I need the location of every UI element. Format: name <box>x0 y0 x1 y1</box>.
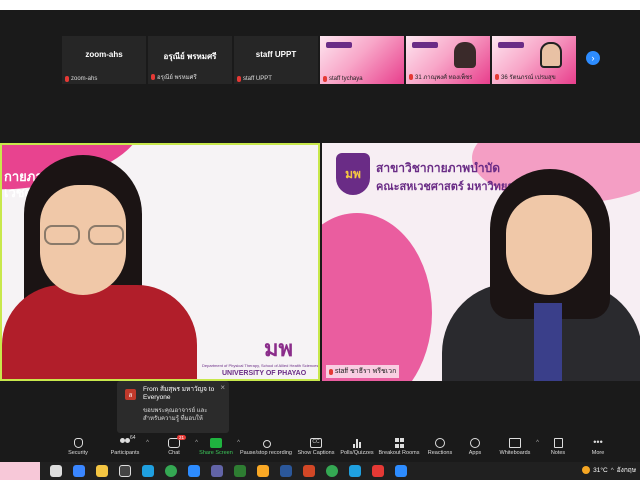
apps-icon <box>470 438 480 448</box>
university-name: UNIVERSITY OF PHAYAO <box>222 370 307 377</box>
chat-sender: From ส้มสุพร มหาวัญจ to Everyone <box>143 386 215 401</box>
app-icon[interactable] <box>371 465 384 477</box>
thumbnail-name: staff UPPT <box>255 50 297 59</box>
thumbnail-label: staff tychaya <box>323 76 363 82</box>
photos-icon[interactable] <box>256 465 269 477</box>
chat-unread-badge: 21 <box>177 435 187 440</box>
tray-arrow-icon[interactable]: ^ <box>611 467 614 474</box>
meeting-toolbar: Security 64 Participants ^ 21 Chat ^ Sha… <box>0 435 640 462</box>
notes-icon <box>553 438 563 448</box>
more-button[interactable]: ••• More <box>568 437 628 457</box>
language-indicator[interactable]: อังกฤษ <box>617 465 636 475</box>
close-icon[interactable]: × <box>220 383 225 392</box>
participant-name-tag: staff ชาธีรา พรีชเวก <box>326 365 400 378</box>
word-icon[interactable] <box>279 465 292 477</box>
task-view-icon[interactable] <box>49 465 62 477</box>
thumbnail-name: อรุณีย์ พรหมศรี <box>163 52 217 61</box>
thumbnail-video-31[interactable]: 31 ภาณุพงศ์ ทองเพ็ชร <box>406 36 490 84</box>
chrome-2-icon[interactable] <box>325 465 338 477</box>
video-tile-right[interactable]: มพ สาขาวิชากายภาพบำบัด คณะสหเวชศาสตร์ มห… <box>322 143 640 381</box>
banner-title: สาขาวิชากายภาพบำบัด <box>376 161 500 175</box>
smiley-icon <box>435 438 445 448</box>
file-explorer-icon[interactable] <box>95 465 108 477</box>
banner-swoosh <box>322 213 432 381</box>
breakout-grid-icon <box>393 438 405 448</box>
chat-icon: 21 <box>168 435 187 448</box>
mic-muted-icon <box>495 74 499 80</box>
thumbnail-video-36[interactable]: 36 รัตนภรณ์ เปรมสุข <box>492 36 576 84</box>
video-tile-left[interactable]: กายภาพ เวชศาสต มพ Department of Physical… <box>0 143 320 381</box>
record-icon <box>260 438 272 448</box>
mic-muted-icon <box>329 368 333 375</box>
zoom-icon[interactable] <box>394 465 407 477</box>
banner-subtitle: คณะสหเวชศาสตร์ มหาวิทยา <box>376 181 514 193</box>
poll-bars-icon <box>351 438 363 448</box>
participant-figure <box>454 42 476 68</box>
shield-icon <box>73 438 83 448</box>
edge-icon[interactable] <box>141 465 154 477</box>
weather-sun-icon <box>582 466 591 474</box>
store-icon[interactable] <box>187 465 200 477</box>
thumbnail-label: อรุณีย์ พรหมศรี <box>151 72 197 82</box>
participants-icon: 64 <box>119 435 136 448</box>
university-logo: มพ <box>264 336 294 361</box>
thumbnail-arunee[interactable]: อรุณีย์ พรหมศรี อรุณีย์ พรหมศรี <box>148 36 232 84</box>
banner-logo <box>498 42 524 48</box>
share-screen-icon <box>210 438 222 448</box>
university-crest-logo: มพ <box>336 153 370 195</box>
powerpoint-icon[interactable] <box>302 465 315 477</box>
more-dots-icon: ••• <box>593 437 603 447</box>
mail-icon[interactable] <box>72 465 85 477</box>
thumbnail-label: zoom-ahs <box>65 76 97 82</box>
thumbnail-zoom-ahs[interactable]: zoom-ahs zoom-ahs <box>62 36 146 84</box>
start-area[interactable] <box>0 462 40 480</box>
participant-figure <box>540 42 562 68</box>
mic-muted-icon <box>323 76 327 82</box>
thumbnail-video-staff-tychaya[interactable]: staff tychaya <box>320 36 404 84</box>
mic-muted-icon <box>65 76 69 82</box>
thumbnail-staff-uppt[interactable]: staff UPPT staff UPPT <box>234 36 318 84</box>
thumbnail-label: 36 รัตนภรณ์ เปรมสุข <box>495 72 556 82</box>
window-top-bar <box>0 0 640 10</box>
participants-count: 64 <box>130 435 136 441</box>
thumbnail-name: zoom-ahs <box>85 50 123 59</box>
thumbnail-label: 31 ภาณุพงศ์ ทองเพ็ชร <box>409 72 472 82</box>
line-icon[interactable] <box>233 465 246 477</box>
chrome-icon[interactable] <box>164 465 177 477</box>
banner-logo <box>326 42 352 48</box>
thumbnail-label: staff UPPT <box>237 76 272 82</box>
os-taskbar: 31°C ^ อังกฤษ <box>0 462 640 480</box>
sender-avatar: ส <box>125 389 136 400</box>
system-tray: 31°C ^ อังกฤษ <box>582 465 636 475</box>
next-page-arrow-icon[interactable]: › <box>586 51 600 65</box>
department-name: Department of Physical Therapy, School o… <box>202 363 319 368</box>
banner-logo <box>412 42 438 48</box>
thumbnail-strip: zoom-ahs zoom-ahs อรุณีย์ พรหมศรี อรุณีย… <box>62 36 576 84</box>
temperature: 31°C <box>593 466 608 474</box>
chat-notification[interactable]: ส From ส้มสุพร มหาวัญจ to Everyone ขอบพร… <box>117 381 229 433</box>
teams-icon[interactable] <box>210 465 223 477</box>
mic-muted-icon <box>237 76 241 82</box>
mic-muted-icon <box>151 74 155 80</box>
whiteboard-icon <box>509 438 521 448</box>
chat-message: ขอบพระคุณอาจารย์ และ สำหรับความรู้ ที่มอ… <box>143 408 208 422</box>
edge-2-icon[interactable] <box>348 465 361 477</box>
media-icon[interactable] <box>118 465 131 477</box>
mic-muted-icon <box>409 74 413 80</box>
captions-icon: CC <box>310 438 322 448</box>
